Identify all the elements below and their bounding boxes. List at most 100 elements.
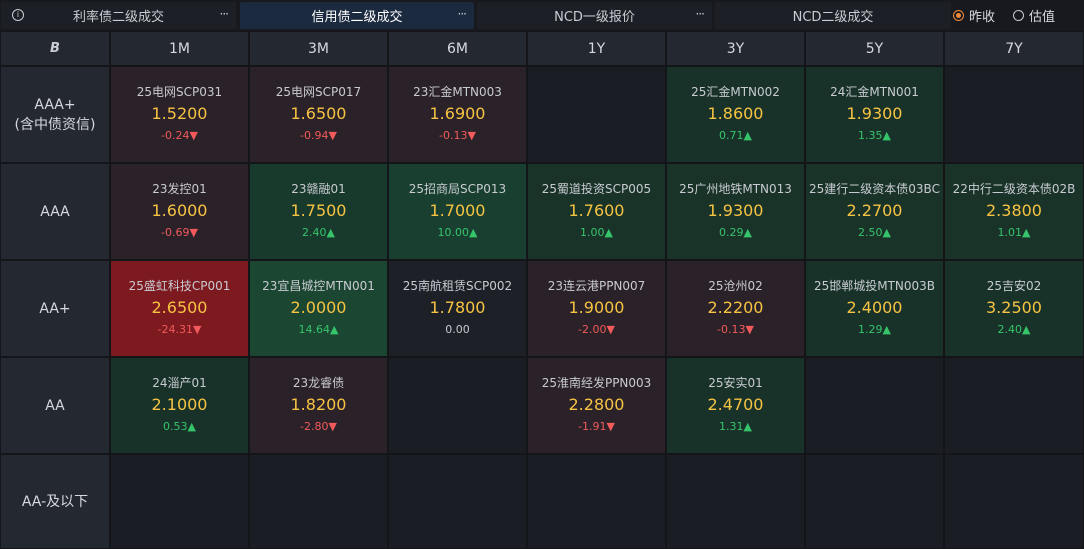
bond-change: -0.13▼ <box>439 129 476 142</box>
empty-cell <box>389 455 526 548</box>
column-header-1Y[interactable]: 1Y <box>528 32 665 65</box>
tab-label: NCD二级成交 <box>792 10 874 25</box>
bond-cell[interactable]: 25招商局SCP013 1.7000 10.00▲ <box>389 164 526 259</box>
bond-yield: 2.2700 <box>846 201 903 220</box>
bond-change: 1.00▲ <box>580 226 613 239</box>
tab-2[interactable]: 信用债二级成交 ··· <box>240 2 474 29</box>
column-header-3Y[interactable]: 3Y <box>667 32 804 65</box>
bond-yield: 2.1000 <box>151 395 208 414</box>
bond-yield: 2.4000 <box>846 298 903 317</box>
bond-yield: 1.8600 <box>707 104 764 123</box>
column-header-3M[interactable]: 3M <box>250 32 387 65</box>
bond-change: 0.71▲ <box>719 129 752 142</box>
radio-option1[interactable]: 昨收 <box>953 5 995 25</box>
bond-yield: 1.9000 <box>568 298 625 317</box>
bond-cell[interactable]: 23赣融01 1.7500 2.40▲ <box>250 164 387 259</box>
bond-cell[interactable]: 23宜昌城控MTN001 2.0000 14.64▲ <box>250 261 387 356</box>
bond-yield: 2.6500 <box>151 298 208 317</box>
bond-cell[interactable]: 24汇金MTN001 1.9300 1.35▲ <box>806 67 943 162</box>
bond-yield: 1.9300 <box>707 201 764 220</box>
bond-change: -24.31▼ <box>157 323 202 336</box>
bond-cell[interactable]: 25淮南经发PPN003 2.2800 -1.91▼ <box>528 358 665 453</box>
bond-yield: 2.3800 <box>986 201 1042 220</box>
column-header-1M[interactable]: 1M <box>111 32 248 65</box>
more-options-icon[interactable]: ··· <box>696 7 706 21</box>
bond-cell[interactable]: 25吉安02 3.2500 2.40▲ <box>945 261 1083 356</box>
bond-cell[interactable]: 25南航租赁SCP002 1.7800 0.00 <box>389 261 526 356</box>
bond-cell[interactable]: 25安实01 2.4700 1.31▲ <box>667 358 804 453</box>
info-icon[interactable]: i <box>12 9 24 21</box>
bond-change: 0.00 <box>445 323 470 336</box>
bond-name: 24淄产01 <box>152 376 207 390</box>
row-header[interactable]: AAA+ (含中债资信) <box>1 67 109 162</box>
bond-yield: 1.7500 <box>290 201 347 220</box>
column-header-5Y[interactable]: 5Y <box>806 32 943 65</box>
bond-cell[interactable]: 23发控01 1.6000 -0.69▼ <box>111 164 248 259</box>
bond-change: -2.00▼ <box>578 323 615 336</box>
bond-yield: 2.2200 <box>707 298 764 317</box>
bond-yield: 3.2500 <box>986 298 1042 317</box>
tab-1[interactable]: i 利率债二级成交 ··· <box>1 2 236 29</box>
bond-yield: 2.4700 <box>707 395 764 414</box>
empty-cell <box>945 67 1083 162</box>
radio-label: 昨收 <box>969 9 996 25</box>
bond-cell[interactable]: 25蜀道投资SCP005 1.7600 1.00▲ <box>528 164 665 259</box>
bond-yield: 1.6500 <box>290 104 347 123</box>
row-header-label: AA <box>45 397 65 414</box>
bond-yield: 2.2800 <box>568 395 625 414</box>
bond-name: 25汇金MTN002 <box>691 85 780 99</box>
column-header-7Y[interactable]: 7Y <box>945 32 1083 65</box>
bond-name: 23发控01 <box>152 182 207 196</box>
empty-cell <box>945 455 1083 548</box>
more-options-icon[interactable]: ··· <box>220 7 230 21</box>
bond-cell[interactable]: 22中行二级资本债02B 2.3800 1.01▲ <box>945 164 1083 259</box>
tab-4[interactable]: NCD二级成交 <box>715 2 951 29</box>
bond-name: 23汇金MTN003 <box>413 85 502 99</box>
bond-change: 2.40▲ <box>997 323 1031 336</box>
top-tab-bar: i 利率债二级成交 ··· 信用债二级成交 ··· NCD一级报价 ··· NCD二级成交 昨收… <box>0 0 1084 31</box>
bond-change: -1.91▼ <box>578 420 615 433</box>
bond-cell[interactable]: 25电网SCP031 1.5200 -0.24▼ <box>111 67 248 162</box>
bond-name: 23连云港PPN007 <box>547 279 646 293</box>
empty-cell <box>528 67 665 162</box>
more-options-icon[interactable]: ··· <box>458 7 468 21</box>
bond-cell[interactable]: 25建行二级资本债03BC 2.2700 2.50▲ <box>806 164 943 259</box>
radio-option2[interactable]: 估值 <box>1013 5 1055 25</box>
bond-name: 25邯郸城投MTN003B <box>813 279 936 293</box>
bond-change: -0.13▼ <box>717 323 754 336</box>
row-header[interactable]: AA-及以下 <box>1 455 109 548</box>
row-header[interactable]: AA+ <box>1 261 109 356</box>
row-header-label: AAA <box>40 203 70 220</box>
bond-name: 25广州地铁MTN013 <box>679 182 792 196</box>
bond-change: 0.29▲ <box>719 226 752 239</box>
bond-name: 25建行二级资本债03BC <box>809 182 940 196</box>
column-header-6M[interactable]: 6M <box>389 32 526 65</box>
tab-3[interactable]: NCD一级报价 ··· <box>477 2 712 29</box>
empty-cell <box>528 455 665 548</box>
bond-cell[interactable]: 23龙睿债 1.8200 -2.80▼ <box>250 358 387 453</box>
empty-cell <box>806 455 943 548</box>
bond-name: 25安实01 <box>708 376 763 390</box>
row-header-label: AA-及以下 <box>21 493 89 510</box>
bond-cell[interactable]: 23汇金MTN003 1.6900 -0.13▼ <box>389 67 526 162</box>
row-header[interactable]: AA <box>1 358 109 453</box>
bond-name: 25南航租赁SCP002 <box>402 279 513 293</box>
bond-cell[interactable]: 25广州地铁MTN013 1.9300 0.29▲ <box>667 164 804 259</box>
bond-cell[interactable]: 24淄产01 2.1000 0.53▲ <box>111 358 248 453</box>
bond-cell[interactable]: 25沧州02 2.2200 -0.13▼ <box>667 261 804 356</box>
row-header[interactable]: AAA <box>1 164 109 259</box>
bond-cell[interactable]: 25盛虹科技CP001 2.6500 -24.31▼ <box>111 261 248 356</box>
bond-cell[interactable]: 23连云港PPN007 1.9000 -2.00▼ <box>528 261 665 356</box>
bond-name: 23宜昌城控MTN001 <box>262 279 375 293</box>
empty-cell <box>945 358 1083 453</box>
bond-name: 25蜀道投资SCP005 <box>541 182 652 196</box>
bond-change: 1.35▲ <box>858 129 891 142</box>
bond-name: 25沧州02 <box>708 279 763 293</box>
bond-cell[interactable]: 25邯郸城投MTN003B 2.4000 1.29▲ <box>806 261 943 356</box>
brand-logo-icon: B <box>50 41 60 56</box>
bond-cell[interactable]: 25汇金MTN002 1.8600 0.71▲ <box>667 67 804 162</box>
bond-name: 25盛虹科技CP001 <box>128 279 231 293</box>
radio-button-icon[interactable] <box>1013 9 1024 21</box>
radio-button-icon[interactable] <box>953 9 964 21</box>
bond-cell[interactable]: 25电网SCP017 1.6500 -0.94▼ <box>250 67 387 162</box>
